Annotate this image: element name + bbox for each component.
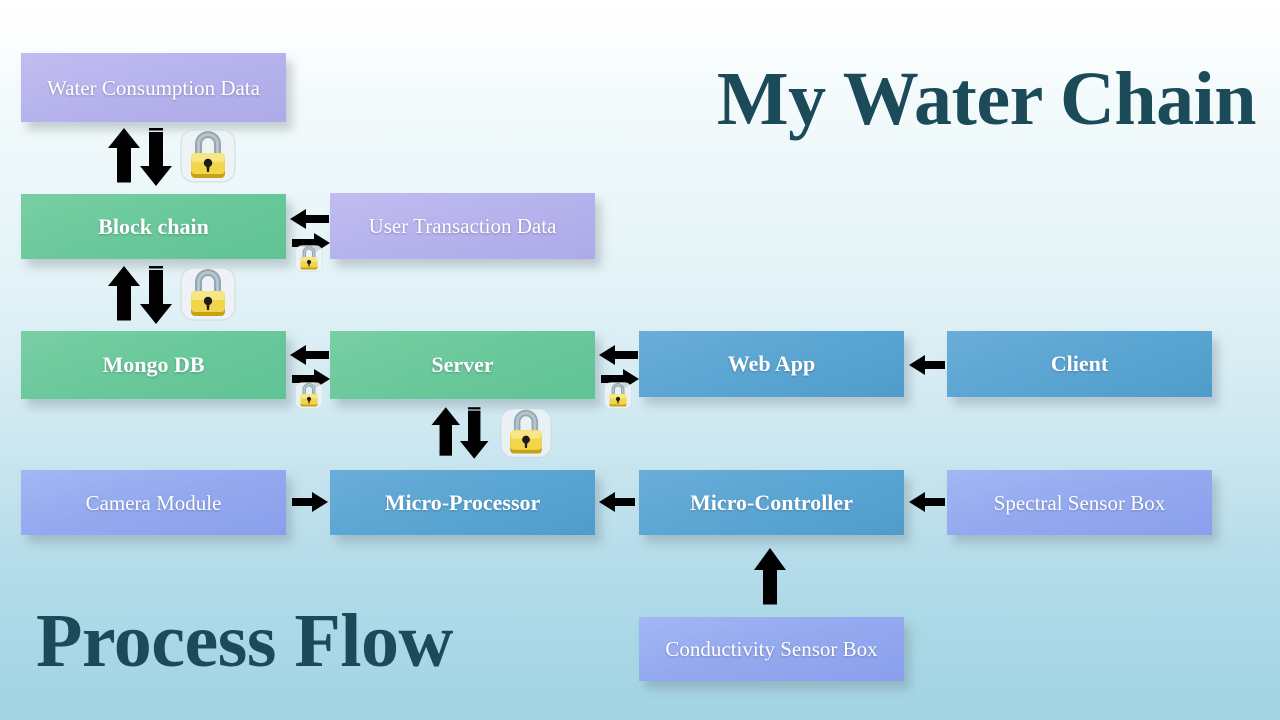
node-web-app[interactable]: Web App [639,331,904,397]
node-client[interactable]: Client [947,331,1212,397]
arrow-left-icon [599,492,635,512]
connector-camera-module--micro-processor [290,490,330,514]
arrow-right-icon [292,492,328,512]
node-spectral-sensor-box[interactable]: Spectral Sensor Box [947,470,1212,535]
connector-server--micro-processor [428,404,492,462]
connector-micro-controller--micro-processor [597,490,637,514]
node-conductivity-sensor-box[interactable]: Conductivity Sensor Box [639,617,904,681]
arrow-left-icon [290,209,329,229]
arrow-left-icon [290,345,329,365]
connector-spectral-sensor-box--micro-controller [907,490,947,514]
node-micro-controller[interactable]: Micro-Controller [639,470,904,535]
arrow-down-icon [460,407,489,459]
node-micro-processor[interactable]: Micro-Processor [330,470,595,535]
arrow-down-icon [140,266,172,324]
section-title-process-flow: Process Flow [36,599,453,683]
padlock-icon-block-chain--mongo-db [178,266,238,324]
arrow-up-icon [754,548,786,605]
arrow-up-icon [431,407,460,456]
arrow-down-icon [140,128,172,186]
padlock-icon-server--web-app [603,381,633,411]
connector-block-chain--mongo-db [104,264,176,326]
page-title: My Water Chain [716,57,1257,141]
node-water-consumption-data[interactable]: Water Consumption Data [21,53,286,122]
connector-client--web-app [907,353,947,377]
node-camera-module[interactable]: Camera Module [21,470,286,535]
padlock-icon-mongo-db--server [294,381,324,411]
padlock-icon-block-chain--user-transaction-data [294,244,324,274]
arrow-left-icon [599,345,638,365]
connector-conductivity-sensor-box--micro-controller [752,546,788,608]
slide-canvas: My Water Chain Process Flow Water Consum… [0,0,1280,720]
padlock-icon-server--micro-processor [498,407,554,461]
node-mongo-db[interactable]: Mongo DB [21,331,286,399]
arrow-left-icon [909,492,945,512]
padlock-icon-water-consumption-data [178,128,238,186]
node-server[interactable]: Server [330,331,595,399]
connector-water-consumption-data--block-chain [104,126,176,188]
arrow-up-icon [108,266,140,321]
arrow-up-icon [108,128,140,183]
arrow-left-icon [909,355,945,375]
node-block-chain[interactable]: Block chain [21,194,286,259]
node-user-transaction-data[interactable]: User Transaction Data [330,193,595,259]
